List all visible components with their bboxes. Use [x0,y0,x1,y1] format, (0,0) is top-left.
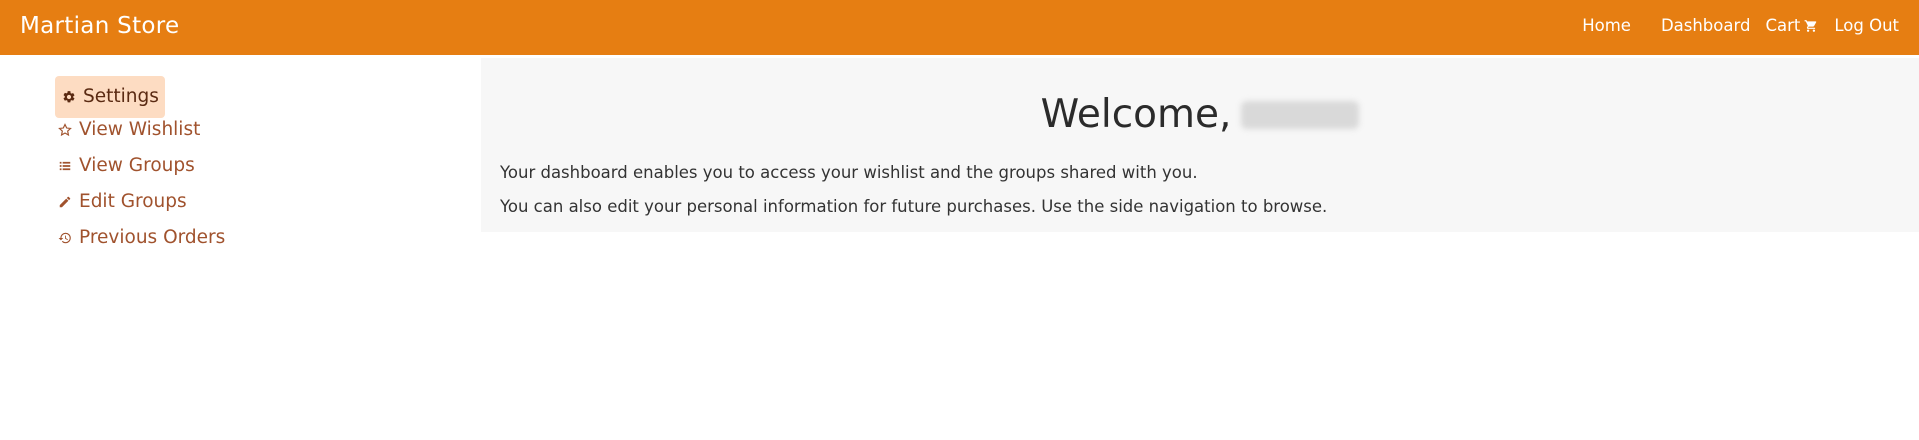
history-icon [57,230,73,246]
dashboard-instructions: You can also edit your personal informat… [500,196,1328,216]
welcome-heading: Welcome, [481,92,1919,138]
sidebar-item-label: Previous Orders [79,227,226,248]
sidebar-item-label: Settings [83,86,159,107]
sidebar-item-label: View Groups [79,155,195,176]
list-icon [57,158,73,174]
top-navbar: Martian Store Home Dashboard Cart Log Ou… [0,0,1919,55]
sidebar-nav: Settings View Wishlist View Groups Edit … [55,76,415,256]
blurred-username [1241,101,1360,129]
sidebar-item-label: Edit Groups [79,191,187,212]
nav-home-link[interactable]: Home [1582,15,1631,37]
pencil-icon [57,194,73,210]
sidebar-item-view-wishlist[interactable]: View Wishlist [55,112,415,148]
dashboard-description: Your dashboard enables you to access you… [500,162,1198,182]
sidebar-item-view-groups[interactable]: View Groups [55,148,415,184]
nav-logout-link[interactable]: Log Out [1834,15,1899,37]
sidebar-item-edit-groups[interactable]: Edit Groups [55,184,415,220]
sidebar-item-previous-orders[interactable]: Previous Orders [55,220,415,256]
welcome-panel: Welcome, Your dashboard enables you to a… [481,58,1919,232]
nav-dashboard-link[interactable]: Dashboard [1661,15,1751,37]
brand-link[interactable]: Martian Store [20,11,179,41]
cart-icon [1804,20,1817,32]
nav-cart-link[interactable]: Cart [1765,15,1818,37]
nav-cart-label: Cart [1765,16,1801,35]
welcome-text: Welcome, [1040,92,1232,137]
gear-icon [61,89,77,105]
star-icon [57,122,73,138]
sidebar-item-label: View Wishlist [79,119,201,140]
top-nav: Home Dashboard Cart Log Out [1582,15,1899,37]
